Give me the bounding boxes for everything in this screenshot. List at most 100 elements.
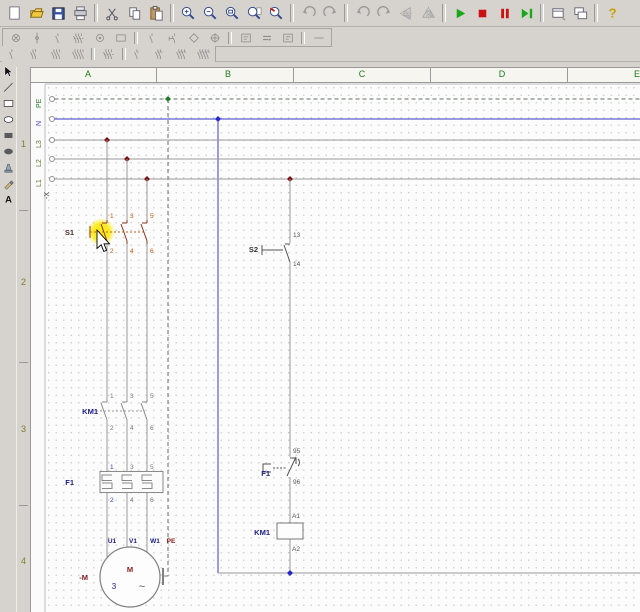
contactor-km1-contacts[interactable]: KM1 1 3 5 2 4 6 [82,393,154,432]
km1-pin4: 4 [130,425,134,432]
s2-pin13: 13 [293,232,301,239]
symbol-page-ref-icon[interactable] [277,30,298,45]
row-label-3: 3 [20,424,26,434]
zoom-page-icon[interactable] [243,2,265,24]
schematic-editor-window: ? A A B C D E 1 2 3 4 PE N L3 L2 L1 -X S… [0,0,640,612]
open-file-icon[interactable] [25,2,47,24]
contact-3pole-linked-icon[interactable] [98,47,119,62]
s1-pin6: 6 [150,248,154,255]
cut-icon[interactable] [101,2,123,24]
run-test-icon[interactable] [449,2,471,24]
motor-m[interactable]: M 3 ~ -M U1 V1 W1 PE [79,538,176,608]
rectangle-tool-icon[interactable] [1,95,16,111]
ellipse-tool-icon[interactable] [1,111,16,127]
symbol-ring-icon[interactable] [89,30,110,45]
symbol-make-contact-icon[interactable] [141,30,162,45]
pause-test-icon[interactable] [493,2,515,24]
filled-rectangle-tool-icon[interactable] [1,127,16,143]
breaker-1pole-icon[interactable] [129,47,150,62]
s2-label: S2 [249,245,258,254]
motor-letter: M [127,565,133,574]
contact-4pole-icon[interactable] [67,47,88,62]
rotate-right-icon[interactable] [373,2,395,24]
terminal-v1: V1 [129,538,137,545]
toolbar-separator [594,4,598,22]
s1-pin1: 1 [110,213,114,220]
s1-label: S1 [65,228,74,237]
bus-l3[interactable]: L3 [36,137,640,148]
symbol-toolbar [2,28,332,47]
new-window-icon[interactable] [547,2,569,24]
stamp-tool-icon[interactable] [1,159,16,175]
line-tool-icon[interactable] [1,79,16,95]
bus-label-l3: L3 [36,140,43,148]
symbol-terminal-icon[interactable] [26,30,47,45]
toolbar-separator [290,4,294,22]
overload-contact-f1[interactable]: F1 95 96 [261,448,300,486]
symbol-line-icon[interactable] [308,30,329,45]
contact-2pole-icon[interactable] [25,47,46,62]
zoom-window-icon[interactable] [221,2,243,24]
row-ruler: 1 2 3 4 [16,67,31,612]
column-header-ruler: A B C D E [30,67,640,83]
text-tool-icon[interactable]: A [1,191,16,207]
coil-km1[interactable]: KM1 A1 A2 [254,513,304,553]
zoom-out-icon[interactable] [199,2,221,24]
km1-pin-a2: A2 [292,546,300,553]
undo-icon[interactable] [297,2,319,24]
km1-pin5: 5 [150,393,154,400]
copy-icon[interactable] [123,2,145,24]
symbol-lamp-icon[interactable] [5,30,26,45]
symbol-terminal-numbers-icon[interactable] [235,30,256,45]
pushbutton-s2[interactable]: S2 13 14 [249,232,301,268]
filled-ellipse-tool-icon[interactable] [1,143,16,159]
pen-tool-icon[interactable] [1,175,16,191]
step-test-icon[interactable] [515,2,537,24]
mirror-horizontal-icon[interactable] [417,2,439,24]
f1-pin6: 6 [150,497,154,504]
select-tool-icon[interactable] [1,63,16,79]
zoom-in-icon[interactable] [177,2,199,24]
symbol-diamond-icon[interactable] [183,30,204,45]
page-frame [44,83,640,612]
main-toolbar: ? [0,0,640,27]
symbol-reference-icon[interactable] [204,30,225,45]
rotate-left-icon[interactable] [351,2,373,24]
breaker-4pole-icon[interactable] [192,47,213,62]
toolbar-separator [540,4,544,22]
print-icon[interactable] [69,2,91,24]
symbol-3pole-switch-icon[interactable] [68,30,89,45]
contact-1pole-icon[interactable] [4,47,25,62]
new-file-icon[interactable] [3,2,25,24]
save-icon[interactable] [47,2,69,24]
help-icon[interactable]: ? [601,2,623,24]
symbol-actuator-icon[interactable] [162,30,183,45]
overview-window-icon[interactable] [569,2,591,24]
symbol-box-icon[interactable] [110,30,131,45]
column-label-d: D [498,69,506,79]
f1-overload-label: F1 [65,478,74,487]
s1-pin5: 5 [150,213,154,220]
stop-test-icon[interactable] [471,2,493,24]
km1-contacts-label: KM1 [82,407,98,416]
overload-f1[interactable]: F1 1 3 5 2 4 6 [65,464,164,504]
symbol-contact-icon[interactable] [47,30,68,45]
breaker-2pole-icon[interactable] [150,47,171,62]
motor-phase: 3 [112,582,117,591]
paste-icon[interactable] [145,2,167,24]
breaker-3pole-icon[interactable] [171,47,192,62]
symbol-cable-icon[interactable] [256,30,277,45]
mirror-vertical-icon[interactable] [395,2,417,24]
toolbar-separator [442,4,446,22]
column-label-e: E [633,69,640,79]
s2-pin14: 14 [293,261,301,268]
column-label-a: A [84,69,92,79]
redo-icon[interactable] [319,2,341,24]
contact-3pole-icon[interactable] [46,47,67,62]
toolbar-separator [91,48,95,60]
toolbar-separator [134,31,138,44]
motor-wave: ~ [139,581,145,593]
km1-pin3: 3 [130,393,134,400]
f1-pin4: 4 [130,497,134,504]
zoom-previous-icon[interactable] [265,2,287,24]
